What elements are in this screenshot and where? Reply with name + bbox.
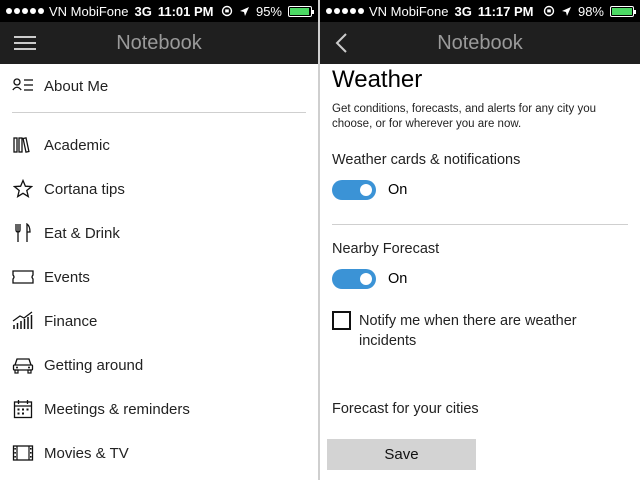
star-icon xyxy=(12,178,34,200)
battery-icon xyxy=(288,5,314,17)
list-item-movies-tv[interactable]: Movies & TV xyxy=(0,431,318,475)
app-header: Notebook xyxy=(320,22,640,64)
books-icon xyxy=(12,134,34,156)
clock: 11:17 PM xyxy=(477,3,534,19)
section-description: Get conditions, forecasts, and alerts fo… xyxy=(332,103,596,130)
fork-knife-icon xyxy=(12,222,34,244)
list-item-cortana-tips[interactable]: Cortana tips xyxy=(0,167,318,211)
list-item-about-me[interactable]: About Me xyxy=(0,64,318,108)
nearby-forecast-toggle-row: On xyxy=(332,269,628,289)
toggle-state-label: On xyxy=(388,271,408,287)
notify-incidents-label[interactable]: Notify me when there are weather inciden… xyxy=(359,311,628,351)
location-arrow-icon xyxy=(239,6,249,16)
signal-dots-icon xyxy=(326,8,364,14)
list-item-label: Academic xyxy=(44,136,110,154)
status-bar: VN MobiFone 3G 11:01 PM 95% xyxy=(0,0,318,22)
back-chevron-icon[interactable] xyxy=(334,22,348,64)
status-bar: VN MobiFone 3G 11:17 PM 98% xyxy=(320,0,640,22)
list-item-events[interactable]: Events xyxy=(0,255,318,299)
nearby-forecast-label: Nearby Forecast xyxy=(332,241,440,257)
list-item-meetings-reminders[interactable]: Meetings & reminders xyxy=(0,387,318,431)
battery-percent: 98% xyxy=(577,3,604,19)
notify-incidents-row: Notify me when there are weather inciden… xyxy=(332,311,628,351)
weather-settings: Weather Get conditions, forecasts, and a… xyxy=(320,64,640,417)
notebook-list: About Me Academic Cortana tips Eat & Dri… xyxy=(0,64,318,475)
film-icon xyxy=(12,442,34,464)
list-item-label: Events xyxy=(44,268,90,286)
carrier-name: VN MobiFone xyxy=(369,3,449,19)
location-arrow-icon xyxy=(561,6,571,16)
page-title: Notebook xyxy=(116,31,202,54)
carrier-name: VN MobiFone xyxy=(49,3,129,19)
list-item-finance[interactable]: Finance xyxy=(0,299,318,343)
forecast-cities-label: Forecast for your cities xyxy=(332,401,479,417)
person-list-icon xyxy=(12,75,34,97)
save-button[interactable]: Save xyxy=(327,439,476,470)
hamburger-menu-icon[interactable] xyxy=(14,22,36,64)
page-title: Notebook xyxy=(437,31,523,54)
ticket-icon xyxy=(12,266,34,288)
list-item-label: Meetings & reminders xyxy=(44,400,190,418)
battery-icon xyxy=(610,5,636,17)
cards-notifications-toggle-row: On xyxy=(332,180,628,200)
weather-settings-screen: VN MobiFone 3G 11:17 PM 98% Notebook Wea… xyxy=(320,0,640,480)
list-item-academic[interactable]: Academic xyxy=(0,123,318,167)
list-item-label: Movies & TV xyxy=(44,444,129,462)
divider xyxy=(332,224,628,225)
list-item-label: Cortana tips xyxy=(44,180,125,198)
notify-incidents-checkbox[interactable] xyxy=(332,311,351,330)
list-item-eat-drink[interactable]: Eat & Drink xyxy=(0,211,318,255)
list-item-label: Eat & Drink xyxy=(44,224,120,242)
network-type: 3G xyxy=(134,3,152,19)
list-item-label: About Me xyxy=(44,77,109,95)
list-item-label: Finance xyxy=(44,312,98,330)
notebook-menu-screen: VN MobiFone 3G 11:01 PM 95% Notebook Abo… xyxy=(0,0,318,480)
chart-icon xyxy=(12,310,34,332)
rotation-lock-icon xyxy=(543,5,555,17)
list-item-label: Getting around xyxy=(44,356,144,374)
calendar-icon xyxy=(12,398,34,420)
cards-notifications-label: Weather cards & notifications xyxy=(332,152,521,168)
rotation-lock-icon xyxy=(221,5,233,17)
cards-notifications-toggle[interactable] xyxy=(332,180,376,200)
app-header: Notebook xyxy=(0,22,318,64)
list-item-getting-around[interactable]: Getting around xyxy=(0,343,318,387)
nearby-forecast-toggle[interactable] xyxy=(332,269,376,289)
toggle-state-label: On xyxy=(388,182,408,198)
signal-dots-icon xyxy=(6,8,44,14)
divider xyxy=(12,112,306,113)
battery-percent: 95% xyxy=(255,3,282,19)
network-type: 3G xyxy=(454,3,472,19)
clock: 11:01 PM xyxy=(157,3,214,19)
section-title: Weather xyxy=(332,66,423,93)
car-icon xyxy=(12,354,34,376)
